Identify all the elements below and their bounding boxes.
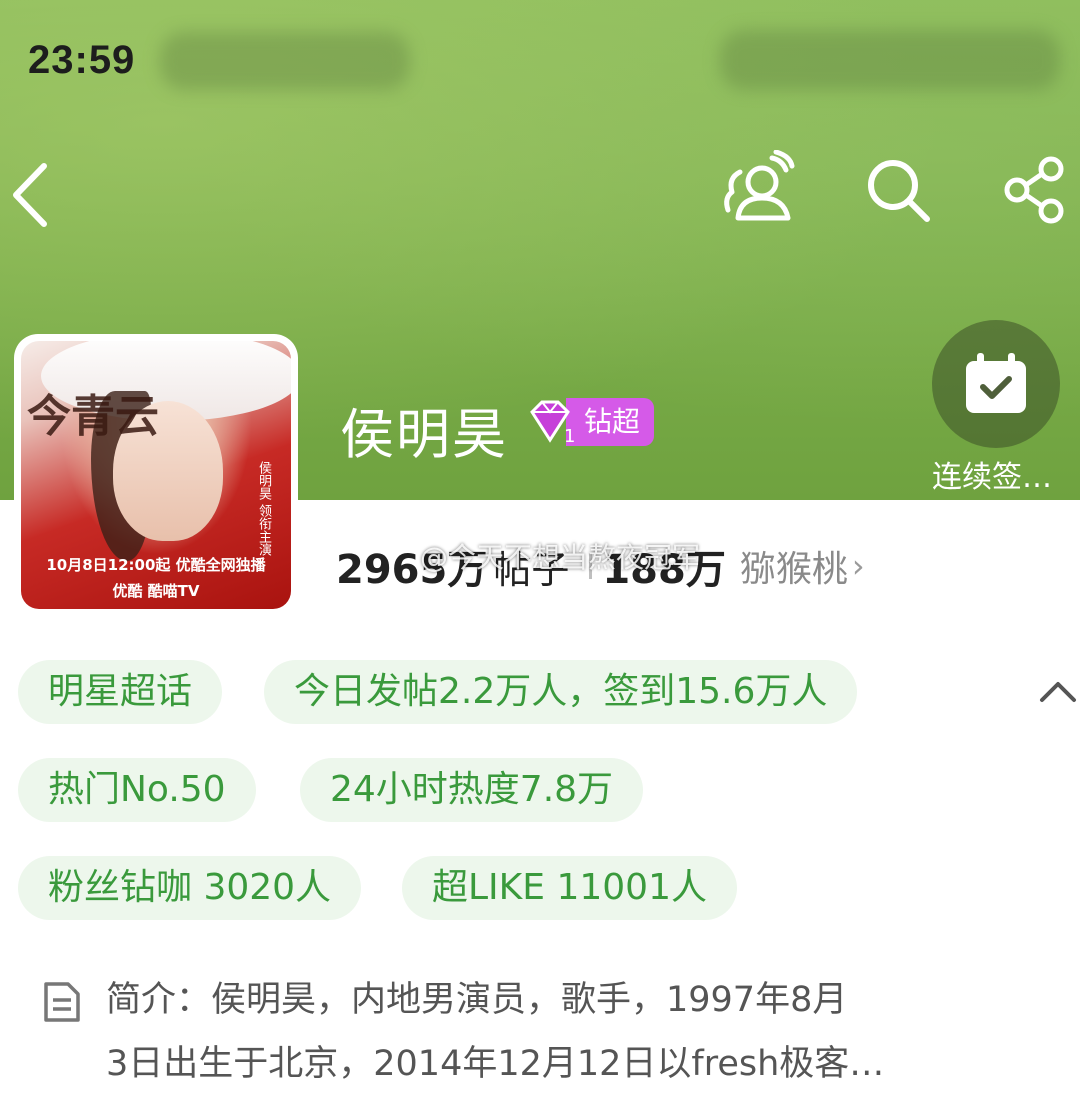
back-icon[interactable] xyxy=(0,150,60,240)
avatar-poster-brand: 优酷 酷喵TV xyxy=(112,582,200,600)
search-icon[interactable] xyxy=(858,150,938,230)
tag-diamond-fans[interactable]: 粉丝钻咖 3020人 xyxy=(18,856,362,920)
chevron-right-icon[interactable]: › xyxy=(852,547,865,585)
checkin-label[interactable]: 连续签… xyxy=(932,452,1052,496)
blurred-status-info xyxy=(160,32,410,90)
intro-text-line-2: 3日出生于北京，2014年12月12日以fresh极客… xyxy=(106,1044,885,1084)
chevron-up-icon[interactable] xyxy=(1034,668,1080,716)
badge-label: 钻超 xyxy=(566,398,655,446)
page-title: 侯明昊 xyxy=(340,403,508,466)
tag-daily-activity[interactable]: 今日发帖2.2万人，签到15.6万人 xyxy=(264,660,858,724)
avatar-poster-image: 今青云 侯明昊 领衔主演 10月8日12:00起 优酷全网独播 优酷 酷喵TV xyxy=(21,341,291,609)
tag-star-supertopic[interactable]: 明星超话 xyxy=(18,660,223,724)
diamond-super-badge[interactable]: 1 钻超 xyxy=(524,398,655,446)
tag-24h-heat[interactable]: 24小时热度7.8万 xyxy=(300,758,644,822)
blurred-status-icons xyxy=(720,30,1060,90)
badge-level: 1 xyxy=(564,426,575,446)
avatar-poster-promo: 10月8日12:00起 优酷全网独播 xyxy=(46,556,266,574)
share-icon[interactable] xyxy=(996,150,1076,230)
watermark: @今天不想当熬夜冠军 xyxy=(420,541,701,574)
avatar-poster-side-text: 侯明昊 领衔主演 xyxy=(256,461,271,557)
avatar-poster-title: 今青云 xyxy=(27,391,159,442)
avatar[interactable]: 今青云 侯明昊 领衔主演 10月8日12:00起 优酷全网独播 优酷 酷喵TV xyxy=(14,334,298,616)
intro-text-line-1: 简介：侯明昊，内地男演员，歌手，1997年8月 xyxy=(106,980,848,1020)
status-time: 23:59 xyxy=(28,38,136,82)
tag-hot-rank[interactable]: 热门No.50 xyxy=(18,758,256,822)
diamond-icon: 1 xyxy=(530,400,575,446)
document-icon xyxy=(44,982,80,1022)
friends-icon[interactable] xyxy=(718,148,798,228)
fans-name-link[interactable]: 猕猴桃 xyxy=(740,540,848,592)
tag-super-like[interactable]: 超LIKE 11001人 xyxy=(402,856,737,920)
checkin-button[interactable] xyxy=(932,320,1060,448)
calendar-check-icon xyxy=(966,353,1026,413)
